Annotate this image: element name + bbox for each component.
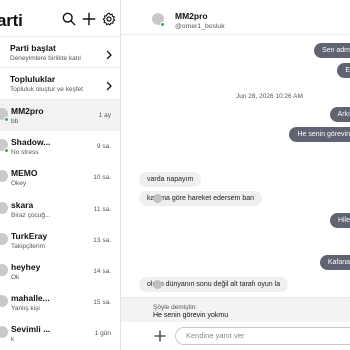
avatar	[0, 263, 8, 276]
search-icon[interactable]	[62, 12, 76, 26]
chat-panel: MM2pro @omer1_bosluk Jun 28, 2026 10:26 …	[121, 0, 350, 350]
sidebar-title: arti	[0, 11, 23, 30]
conversation-item[interactable]: MM2pro bb 1 ay	[0, 100, 120, 132]
chevron-right-icon	[104, 78, 114, 91]
online-indicator	[4, 117, 9, 122]
sidebar-actions	[62, 12, 116, 26]
conversation-item[interactable]: heyhey Ok 14 sa.	[0, 256, 120, 287]
conversation-last-message: Yanlış kişi	[11, 305, 40, 313]
conversation-item[interactable]: Sevimli ... k 1 gün	[0, 318, 120, 349]
conversation-last-message: k	[11, 336, 15, 344]
conversation-name: MM2pro	[11, 106, 44, 117]
conversation-name: skara	[11, 199, 34, 210]
conversation-time: 1 gün	[94, 330, 111, 338]
conversation-last-message: Okey	[11, 180, 27, 188]
conversation-time: 11 sa.	[93, 205, 111, 213]
contact-name[interactable]: MM2pro	[175, 11, 208, 21]
conversation-name: mahalle...	[11, 293, 50, 304]
conversation-time: 9 sa.	[96, 143, 111, 151]
avatar	[0, 295, 8, 308]
communities-row[interactable]: Topluluklar Topluluk oluştur ve keşfet	[0, 68, 120, 100]
reply-preview: Şöyle demiştin: He senin görevin yokmu	[121, 297, 350, 322]
add-attachment-icon[interactable]	[153, 329, 167, 343]
outgoing-message[interactable]: Hile	[329, 213, 350, 228]
avatar	[0, 232, 8, 245]
sidebar-header: arti	[0, 0, 120, 36]
start-party-row[interactable]: Parti başlat Deneyimlere birlikte katıl	[0, 36, 120, 68]
conversation-last-message: Takipçilerim	[11, 242, 45, 250]
outgoing-message[interactable]: Kafana	[319, 255, 350, 270]
conversation-name: TurkEray	[11, 230, 48, 241]
conversation-name: heyhey	[11, 262, 41, 273]
reply-label: Şöyle demiştin:	[153, 304, 198, 311]
reply-text: He senin görevin yokmu	[153, 312, 229, 319]
conversation-list: MM2pro bb 1 ay Shadow... No stress 9 sa. MEMO O…	[0, 100, 120, 350]
message-avatar	[153, 194, 162, 203]
start-party-subtitle: Deneyimlere birlikte katıl	[10, 54, 81, 62]
conversation-time: 13 sa.	[93, 236, 111, 244]
online-indicator	[4, 148, 9, 154]
incoming-message[interactable]: varda napayım	[139, 172, 202, 187]
conversation-time: 15 sa.	[93, 299, 111, 307]
chat-header: MM2pro @omer1_bosluk	[121, 0, 350, 35]
online-indicator	[160, 22, 165, 27]
conversation-name: MEMO	[11, 168, 38, 179]
conversation-last-message: bb	[11, 118, 19, 126]
outgoing-message[interactable]: He senin görevin	[289, 127, 350, 142]
chevron-right-icon	[104, 47, 114, 60]
conversation-time: 14 sa.	[93, 267, 111, 275]
conversation-time: 1 ay	[98, 112, 111, 119]
conversation-time: 10 sa.	[93, 174, 111, 182]
conversation-item[interactable]: Shadow... No stress 9 sa.	[0, 131, 120, 162]
outgoing-message[interactable]: E	[337, 63, 350, 78]
gear-icon[interactable]	[102, 12, 116, 26]
message-avatar	[153, 280, 162, 289]
sidebar: arti Parti başlat Deneyimlere birlikte k…	[0, 0, 121, 350]
start-party-title: Parti başlat	[10, 42, 56, 53]
app: arti Parti başlat Deneyimlere birlikte k…	[0, 0, 350, 350]
conversation-name: Shadow...	[11, 137, 51, 148]
outgoing-message[interactable]: Sen adm	[313, 43, 350, 58]
conversation-item[interactable]: TurkEray Takipçilerim 13 sa.	[0, 225, 120, 256]
communities-title: Topluluklar	[10, 74, 56, 84]
communities-subtitle: Topluluk oluştur ve keşfet	[10, 86, 83, 93]
outgoing-message[interactable]: Arkı	[329, 107, 350, 122]
avatar	[0, 170, 8, 183]
message-input[interactable]: Kendine yanıt ver	[175, 327, 350, 345]
avatar	[0, 201, 8, 214]
conversation-item[interactable]: skara Biraz çocuğ... 11 sa.	[0, 194, 120, 225]
conversation-name: Sevimli ...	[11, 324, 51, 335]
avatar	[0, 326, 8, 339]
conversation-last-message: No stress	[11, 149, 39, 157]
conversation-item[interactable]: mahalle... Yanlış kişi 15 sa.	[0, 287, 120, 318]
composer: Kendine yanıt ver	[121, 322, 350, 350]
conversation-last-message: Biraz çocuğ...	[11, 211, 51, 219]
conversation-item[interactable]: MEMO Okey 10 sa.	[0, 162, 120, 193]
date-separator: Jun 28, 2026 10:26 AM	[236, 93, 303, 100]
contact-handle: @omer1_bosluk	[175, 23, 225, 30]
conversation-last-message: Ok	[11, 274, 20, 282]
plus-icon[interactable]	[82, 12, 96, 26]
